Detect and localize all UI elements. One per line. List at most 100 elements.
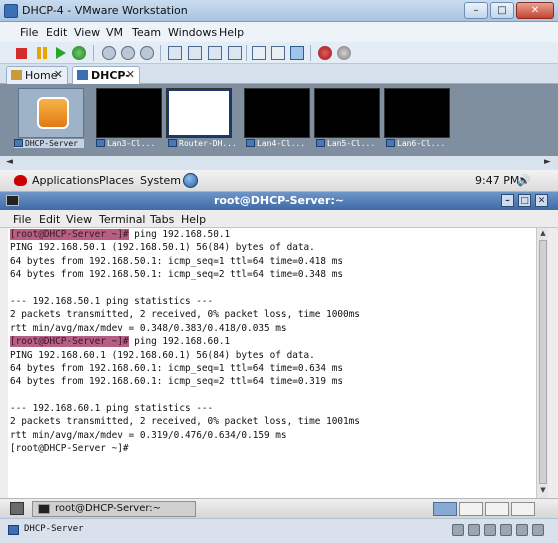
play-icon[interactable] [56, 47, 66, 59]
terminal-output[interactable]: [root@DHCP-Server ~]# ping 192.168.50.1 P… [8, 228, 536, 498]
applications-menu[interactable]: Applications [32, 174, 99, 187]
volume-icon[interactable]: 🔊 [517, 174, 531, 187]
toolbar-separator [93, 45, 94, 61]
pause-icon[interactable] [36, 47, 50, 61]
workspace-1[interactable] [433, 502, 457, 516]
terminal-menu-terminal[interactable]: Terminal [99, 213, 146, 226]
network-adapter-icon[interactable] [484, 524, 496, 536]
usb-icon[interactable] [500, 524, 512, 536]
close-tab-icon[interactable]: ✕ [54, 68, 63, 81]
stop-icon[interactable] [16, 48, 27, 59]
show-desktop-icon[interactable] [10, 502, 24, 515]
terminal-line: PING 192.168.50.1 (192.168.50.1) 56(84) … [10, 241, 534, 254]
unity-icon[interactable] [228, 46, 242, 60]
menu-help[interactable]: Help [219, 26, 244, 39]
maximize-button[interactable]: □ [490, 2, 514, 19]
hard-disk-icon[interactable] [452, 524, 464, 536]
terminal-minimize-button[interactable]: – [501, 194, 514, 207]
scroll-left-icon[interactable]: ◄ [6, 157, 13, 167]
terminal-text: PING 192.168.60.1 (192.168.60.1) 56(84) … [10, 349, 315, 361]
toolbar-separator [160, 45, 161, 61]
cd-drive-icon[interactable] [468, 524, 480, 536]
terminal-menu-edit[interactable]: Edit [39, 213, 60, 226]
vm-icon [77, 70, 88, 80]
terminal-close-button[interactable]: ✕ [535, 194, 548, 207]
menu-edit[interactable]: Edit [46, 26, 67, 39]
vm-thumbnail-strip: DHCP-Server Lan3-Cl... Router-DH... Lan4… [0, 84, 558, 156]
scroll-right-icon[interactable]: ► [544, 157, 551, 167]
terminal-prompt: [root@DHCP-Server ~]# [10, 229, 129, 240]
workspace-3[interactable] [485, 502, 509, 516]
clock[interactable]: 9:47 PM [475, 174, 519, 187]
sidebar-toggle-icon[interactable] [168, 46, 182, 60]
thumbnail-lan6-client[interactable] [384, 88, 450, 138]
window-title: DHCP-4 - VMware Workstation [22, 4, 188, 17]
vmware-toolbar [0, 42, 558, 64]
toolbar-separator [310, 45, 311, 61]
vmware-titlebar: DHCP-4 - VMware Workstation – □ ✕ [0, 0, 558, 22]
console-view-icon[interactable] [252, 46, 266, 60]
terminal-menu-tabs[interactable]: Tabs [150, 213, 174, 226]
terminal-text: rtt min/avg/max/mdev = 0.348/0.383/0.418… [10, 322, 287, 334]
close-button[interactable]: ✕ [516, 2, 554, 19]
thumbnail-router[interactable] [166, 88, 232, 138]
thumbnail-label: Lan6-Cl... [386, 139, 456, 148]
full-screen-icon[interactable] [188, 46, 202, 60]
thumbnail-lan5-client[interactable] [314, 88, 380, 138]
terminal-title: root@DHCP-Server:~ [213, 194, 345, 207]
thumbnail-lan3-client[interactable] [96, 88, 162, 138]
terminal-window-controls: – □ ✕ [501, 194, 548, 207]
scroll-down-icon[interactable]: ▼ [538, 486, 548, 496]
thumbnail-label: Lan5-Cl... [316, 139, 386, 148]
status-vm-name: DHCP-Server [24, 524, 84, 534]
reset-icon[interactable] [72, 46, 86, 60]
snapshot-icon[interactable] [102, 46, 116, 60]
thumbnail-lan4-client[interactable] [244, 88, 310, 138]
summary-view-icon[interactable] [271, 46, 285, 60]
snapshot-manager-icon[interactable] [140, 46, 154, 60]
terminal-line: PING 192.168.60.1 (192.168.60.1) 56(84) … [10, 349, 534, 362]
tab-dhcp-4[interactable]: DHCP-4 ✕ [72, 66, 140, 95]
record-icon[interactable] [318, 46, 332, 60]
tab-home[interactable]: Home ✕ [6, 66, 68, 84]
terminal-titlebar: root@DHCP-Server:~ – □ ✕ [0, 192, 558, 210]
terminal-menu-view[interactable]: View [66, 213, 92, 226]
places-menu[interactable]: Places [99, 174, 134, 187]
terminal-line: [root@DHCP-Server ~]# [10, 442, 534, 455]
terminal-maximize-button[interactable]: □ [518, 194, 531, 207]
message-icon[interactable] [532, 524, 544, 536]
quick-switch-icon[interactable] [208, 46, 222, 60]
thumbnail-view-icon[interactable] [290, 46, 304, 60]
terminal-scrollbar[interactable]: ▲ ▼ [536, 228, 548, 498]
terminal-icon [6, 195, 19, 206]
toolbar-separator [246, 45, 247, 61]
gnome-bottom-panel: root@DHCP-Server:~ [0, 498, 558, 518]
replay-icon[interactable] [337, 46, 351, 60]
minimize-button[interactable]: – [464, 2, 488, 19]
terminal-menu-file[interactable]: File [13, 213, 31, 226]
gnome-top-panel: Applications Places System 9:47 PM 🔊 [0, 170, 558, 192]
close-tab-icon[interactable]: ✕ [126, 68, 135, 81]
terminal-menu-help[interactable]: Help [181, 213, 206, 226]
system-menu[interactable]: System [140, 174, 181, 187]
terminal-text: --- 192.168.60.1 ping statistics --- [10, 403, 214, 415]
sound-icon[interactable] [516, 524, 528, 536]
scrollbar-thumb[interactable] [539, 240, 547, 484]
terminal-text: ping 192.168.50.1 [128, 229, 231, 240]
menu-vm[interactable]: VM [106, 26, 123, 39]
web-browser-icon[interactable] [183, 173, 198, 188]
terminal-text: PING 192.168.50.1 (192.168.50.1) 56(84) … [10, 242, 315, 254]
workspace-2[interactable] [459, 502, 483, 516]
menu-team[interactable]: Team [132, 26, 161, 39]
revert-snapshot-icon[interactable] [121, 46, 135, 60]
menu-windows[interactable]: Windows [168, 26, 217, 39]
tab-label: Home [25, 69, 58, 82]
workspace-4[interactable] [511, 502, 535, 516]
menu-view[interactable]: View [74, 26, 100, 39]
terminal-prompt: [root@DHCP-Server ~]# [10, 336, 129, 348]
thumbnail-dhcp-server[interactable] [18, 88, 84, 138]
terminal-text: 64 bytes from 192.168.50.1: icmp_seq=1 t… [10, 255, 344, 267]
taskbar-terminal-button[interactable]: root@DHCP-Server:~ [32, 501, 196, 517]
scroll-up-icon[interactable]: ▲ [538, 229, 548, 239]
menu-file[interactable]: File [20, 26, 38, 39]
